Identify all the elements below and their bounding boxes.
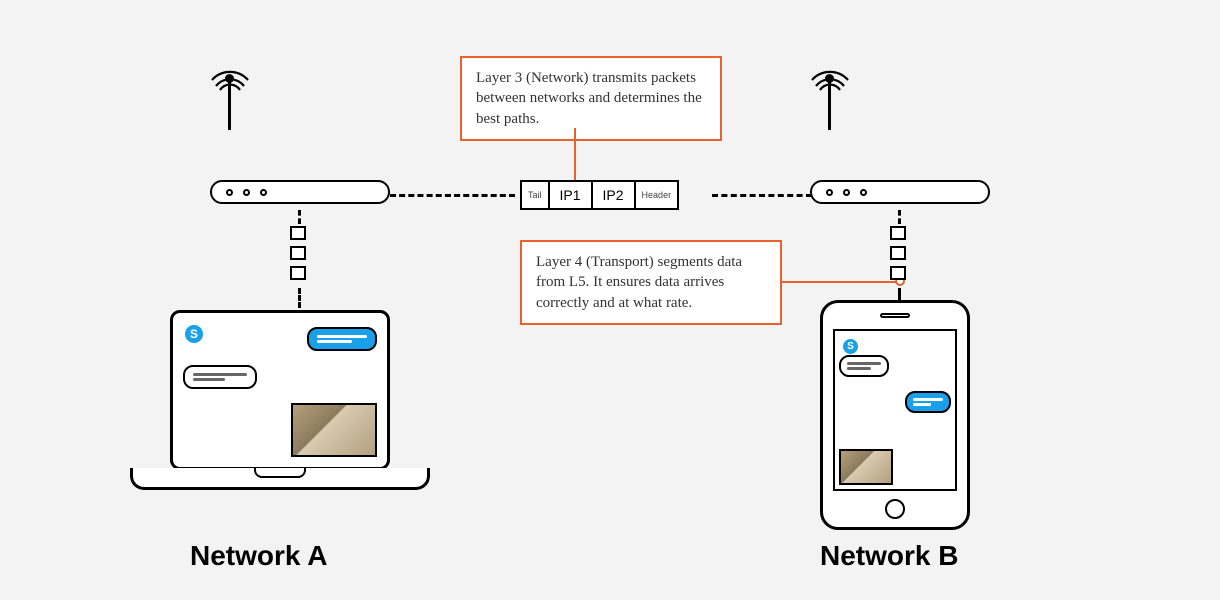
path-router-to-packet-left [390, 194, 515, 197]
router-body-icon [210, 180, 390, 204]
queue-packet [890, 266, 906, 280]
skype-icon: S [843, 339, 858, 354]
packet-strip: Tail IP1 IP2 Header [520, 180, 679, 210]
chat-bubble-white [183, 365, 257, 389]
chat-bubble-white [839, 355, 889, 377]
queue-packet [290, 246, 306, 260]
packet-ip1: IP1 [550, 182, 593, 208]
router-body-icon [810, 180, 990, 204]
chat-bubble-blue [307, 327, 377, 351]
packet-tail: Tail [522, 182, 550, 208]
laptop-base [130, 468, 430, 490]
vdash-b-bottom [898, 288, 901, 300]
callout-layer4: Layer 4 (Transport) segments data from L… [520, 240, 782, 325]
label-network-b: Network B [820, 540, 958, 572]
connector-layer3 [555, 128, 595, 188]
packet-queue-b [890, 226, 906, 280]
phone-device: S [820, 300, 970, 530]
queue-packet [290, 226, 306, 240]
callout-layer3-text: Layer 3 (Network) transmits packets betw… [476, 70, 702, 127]
packet-queue-a [290, 226, 306, 280]
skype-icon: S [185, 325, 203, 343]
chat-image-cat [291, 403, 377, 457]
laptop-device: S [130, 310, 430, 490]
label-network-a: Network A [190, 540, 327, 572]
chat-bubble-blue [905, 391, 951, 413]
vdash-a-top [298, 210, 301, 224]
callout-layer4-text: Layer 4 (Transport) segments data from L… [536, 254, 742, 311]
diagram-stage: Layer 3 (Network) transmits packets betw… [0, 0, 1220, 600]
laptop-screen: S [170, 310, 390, 470]
queue-packet [890, 226, 906, 240]
phone-earpiece [880, 313, 910, 318]
wifi-waves-icon [808, 56, 852, 100]
phone-screen: S [833, 329, 957, 491]
chat-image-cat [839, 449, 893, 485]
packet-header: Header [636, 182, 678, 208]
queue-packet [290, 266, 306, 280]
wifi-waves-icon [208, 56, 252, 100]
packet-ip2: IP2 [593, 182, 636, 208]
phone-home-button [885, 499, 905, 519]
path-packet-to-router-right [712, 194, 812, 197]
vdash-b-top [898, 210, 901, 224]
vdash-a-bottom [298, 288, 301, 308]
queue-packet [890, 246, 906, 260]
